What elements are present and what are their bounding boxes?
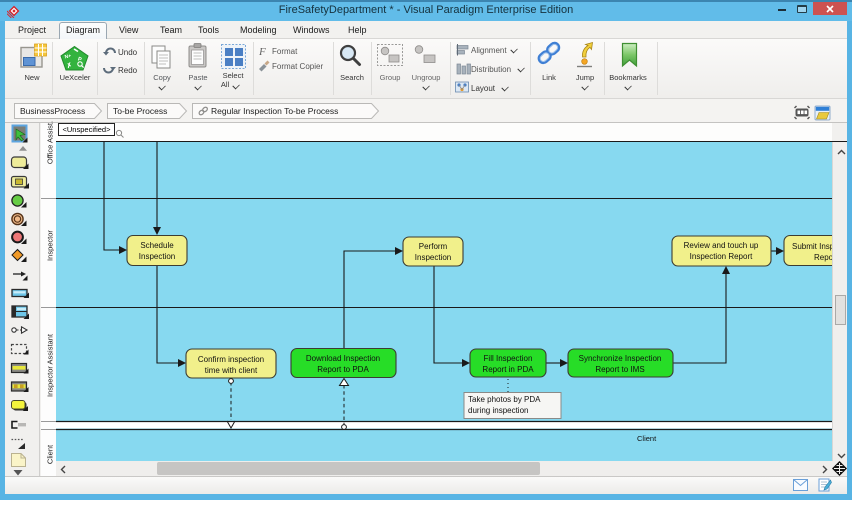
svg-text:Take photos by PDA: Take photos by PDA	[468, 395, 541, 404]
svg-text:Report to PDA: Report to PDA	[317, 365, 369, 374]
svg-text:Inspection: Inspection	[415, 253, 451, 262]
svg-text:Submit Insp: Submit Insp	[792, 242, 832, 251]
svg-text:Report in PDA: Report in PDA	[482, 365, 534, 374]
svg-text:Fill Inspection: Fill Inspection	[484, 354, 533, 363]
svg-text:time with client: time with client	[205, 366, 258, 375]
svg-text:Client: Client	[637, 434, 657, 443]
svg-text:F: F	[258, 46, 266, 58]
svg-text:Perform: Perform	[419, 242, 448, 251]
svg-text:To-be Process: To-be Process	[113, 106, 167, 116]
svg-text:Schedule: Schedule	[140, 241, 174, 250]
svg-text:Inspection: Inspection	[139, 252, 175, 261]
svg-text:Inspection Report: Inspection Report	[690, 252, 753, 261]
svg-text:Report to IMS: Report to IMS	[595, 365, 644, 374]
svg-text:Review and touch up: Review and touch up	[684, 241, 759, 250]
svg-text:during inspection: during inspection	[468, 406, 528, 415]
svg-text:Repor: Repor	[814, 253, 832, 262]
svg-text:Download Inspection: Download Inspection	[306, 354, 380, 363]
svg-text:Confirm inspection: Confirm inspection	[198, 355, 264, 364]
svg-text:Regular Inspection To-be Proce: Regular Inspection To-be Process	[211, 106, 338, 116]
svg-text:Synchronize Inspection: Synchronize Inspection	[579, 354, 662, 363]
